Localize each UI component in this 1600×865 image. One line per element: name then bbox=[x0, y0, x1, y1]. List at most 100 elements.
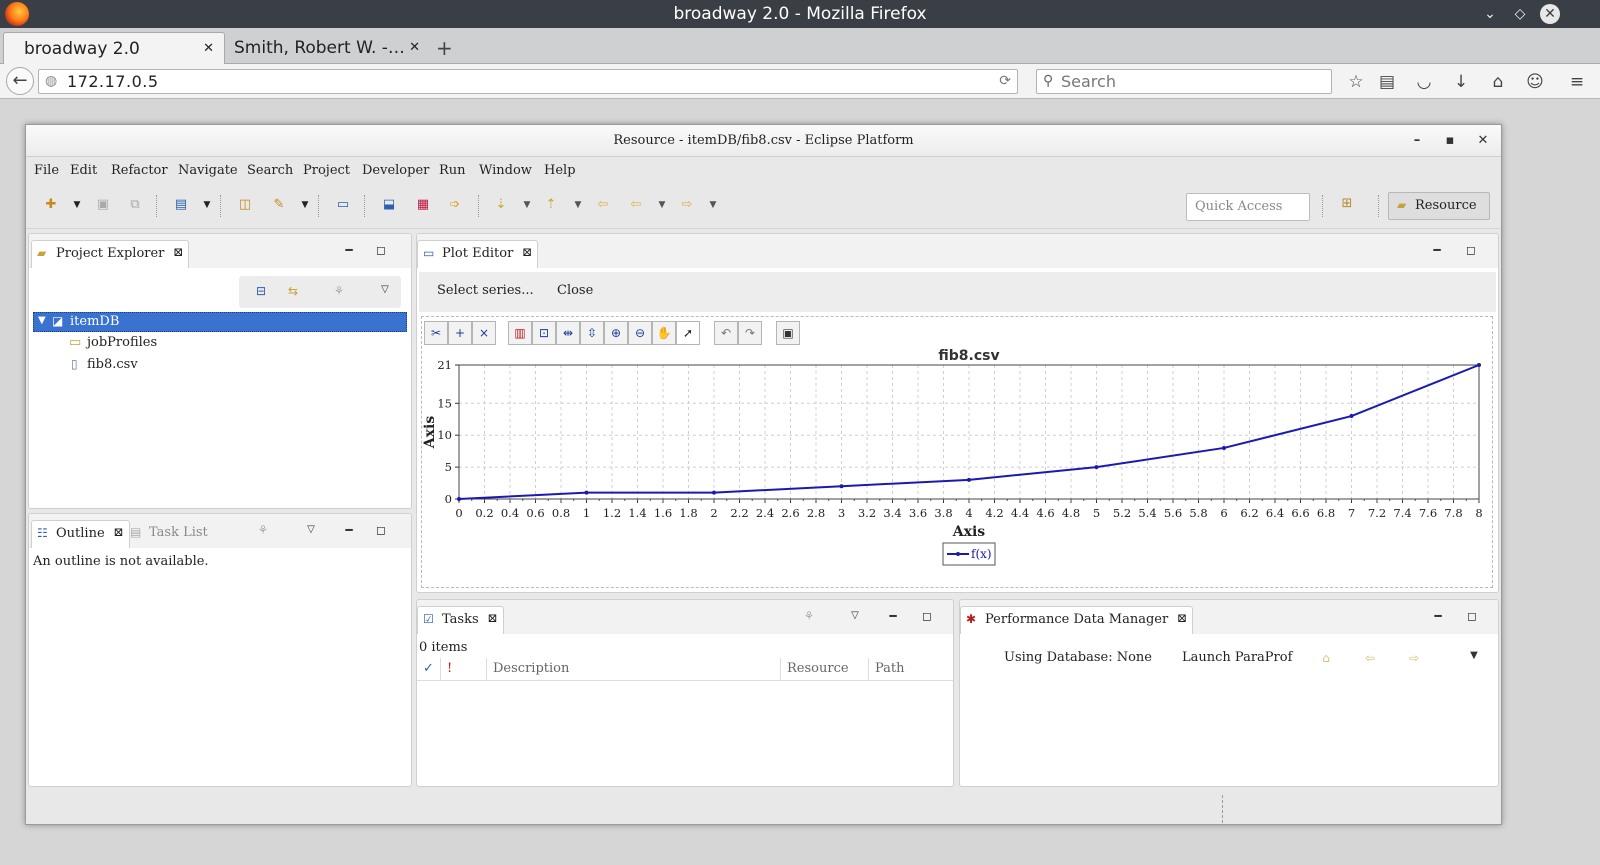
chat-icon[interactable]: ☺ bbox=[1524, 71, 1546, 93]
minimize-view-icon[interactable]: ━ bbox=[885, 608, 901, 624]
focus-icon[interactable]: ⚘ bbox=[255, 522, 271, 538]
select-series-button[interactable]: Select series... bbox=[437, 283, 534, 298]
minimize-icon[interactable]: ⌄ bbox=[1480, 4, 1500, 24]
snapshot-icon[interactable]: ▣ bbox=[776, 321, 800, 345]
console-icon[interactable]: ▭ bbox=[334, 196, 352, 214]
column-completed[interactable]: ✓ bbox=[417, 658, 441, 680]
close-plot-button[interactable]: Close bbox=[557, 283, 593, 298]
save-all-icon[interactable]: ⧉ bbox=[126, 196, 144, 214]
minimize-view-icon[interactable]: ━ bbox=[341, 522, 357, 538]
view-menu-icon[interactable]: ▽ bbox=[847, 608, 863, 624]
view-menu-icon[interactable]: ▽ bbox=[377, 282, 393, 298]
prev-annotation-icon[interactable]: ⇡ bbox=[542, 196, 560, 214]
tab-project-explorer[interactable]: ▰ Project Explorer ⊠ bbox=[31, 240, 190, 268]
dropdown-arrow-icon[interactable]: ▼ bbox=[198, 196, 216, 214]
zoom-out-icon[interactable]: ⊖ bbox=[628, 321, 652, 345]
download-icon[interactable]: ↓ bbox=[1450, 71, 1472, 93]
column-path[interactable]: Path bbox=[869, 658, 953, 680]
new-tab-plus-icon[interactable]: + bbox=[436, 36, 453, 60]
minimize-view-icon[interactable]: ━ bbox=[341, 242, 357, 258]
resource-perspective-button[interactable]: ▰ Resource bbox=[1388, 192, 1490, 220]
maximize-view-icon[interactable]: ◻ bbox=[373, 522, 389, 538]
configure-icon[interactable]: ✂ bbox=[424, 321, 448, 345]
quick-access-input[interactable]: Quick Access bbox=[1186, 193, 1310, 221]
save-icon[interactable]: ▣ bbox=[94, 196, 112, 214]
maximize-view-icon[interactable]: ◻ bbox=[919, 608, 935, 624]
dropdown-arrow-icon[interactable]: ▼ bbox=[569, 196, 587, 214]
launch-paraprof-button[interactable]: Launch ParaProf bbox=[1182, 650, 1292, 665]
tab-performance-data-manager[interactable]: ✱ Performance Data Manager ⊠ bbox=[960, 606, 1194, 634]
next-annotation-icon[interactable]: ⇣ bbox=[492, 196, 510, 214]
focus-icon[interactable]: ⚘ bbox=[801, 608, 817, 624]
back-icon[interactable]: ⇦ bbox=[627, 196, 645, 214]
maximize-icon[interactable]: ◇ bbox=[1510, 4, 1530, 24]
dropdown-arrow-icon[interactable]: ▼ bbox=[296, 196, 314, 214]
expand-arrow-icon[interactable]: ▼ bbox=[38, 315, 46, 326]
view-menu-icon[interactable]: ▽ bbox=[303, 522, 319, 538]
site-info-icon[interactable]: ◍ bbox=[45, 73, 57, 89]
column-priority[interactable]: ! bbox=[441, 658, 487, 680]
forward-arrow-icon[interactable]: ⇨ bbox=[1406, 650, 1422, 666]
eclipse-maximize-icon[interactable]: ▪ bbox=[1441, 132, 1459, 150]
menu-help[interactable]: Help bbox=[544, 163, 576, 178]
new-window-icon[interactable]: ▤ bbox=[172, 196, 190, 214]
maximize-view-icon[interactable]: ◻ bbox=[1463, 242, 1479, 258]
grid-icon[interactable]: ▦ bbox=[414, 196, 432, 214]
tab-task-list[interactable]: ▤ Task List bbox=[125, 520, 232, 548]
eclipse-minimize-icon[interactable]: – bbox=[1408, 132, 1426, 150]
url-text[interactable]: 172.17.0.5 bbox=[67, 72, 159, 91]
back-arrow-icon[interactable]: ← bbox=[6, 67, 34, 95]
pointer-icon[interactable]: ➚ bbox=[676, 321, 700, 345]
hamburger-menu-icon[interactable]: ≡ bbox=[1566, 71, 1588, 93]
close-tab-icon[interactable]: ⊠ bbox=[173, 245, 183, 259]
pocket-icon[interactable]: ◡ bbox=[1413, 71, 1435, 93]
home-icon[interactable]: ⌂ bbox=[1318, 650, 1334, 666]
view-menu-icon[interactable]: ▼ bbox=[1466, 648, 1482, 664]
add-point-icon[interactable]: + bbox=[448, 321, 472, 345]
dropdown-arrow-icon[interactable]: ▼ bbox=[704, 196, 722, 214]
close-tab-icon[interactable]: ⊠ bbox=[1177, 611, 1187, 625]
menu-search[interactable]: Search bbox=[247, 163, 293, 178]
close-tab-icon[interactable]: ⊠ bbox=[114, 525, 124, 539]
autoscale-icon[interactable]: ▥ bbox=[508, 321, 532, 345]
back-arrow-icon[interactable]: ⇦ bbox=[1362, 650, 1378, 666]
dropdown-arrow-icon[interactable]: ▼ bbox=[653, 196, 671, 214]
link-editor-icon[interactable]: ⇆ bbox=[285, 283, 301, 299]
column-resource[interactable]: Resource bbox=[781, 658, 869, 680]
close-tab-icon[interactable]: ✕ bbox=[409, 40, 420, 55]
tab-tasks[interactable]: ☑ Tasks ⊠ bbox=[417, 606, 504, 634]
chart-icon[interactable]: ⬓ bbox=[380, 196, 398, 214]
forward-icon[interactable]: ⇨ bbox=[678, 196, 696, 214]
close-tab-icon[interactable]: ⊠ bbox=[522, 245, 532, 259]
menu-window[interactable]: Window bbox=[479, 163, 532, 178]
redo-icon[interactable]: ↷ bbox=[738, 321, 762, 345]
remove-point-icon[interactable]: × bbox=[472, 321, 496, 345]
minimize-view-icon[interactable]: ━ bbox=[1430, 608, 1446, 624]
dropdown-arrow-icon[interactable]: ▼ bbox=[68, 196, 86, 214]
reading-list-icon[interactable]: ▤ bbox=[1376, 71, 1398, 93]
browser-tab-smith[interactable]: Smith, Robert W. -… ✕ bbox=[224, 32, 430, 64]
minimize-view-icon[interactable]: ━ bbox=[1429, 242, 1445, 258]
url-bar[interactable]: ◍ 172.17.0.5 ⟳ bbox=[38, 69, 1018, 94]
column-description[interactable]: Description bbox=[487, 658, 781, 680]
home-icon[interactable]: ⌂ bbox=[1487, 71, 1509, 93]
zoom-in-icon[interactable]: ⊕ bbox=[604, 321, 628, 345]
menu-refactor[interactable]: Refactor bbox=[111, 163, 168, 178]
maximize-view-icon[interactable]: ◻ bbox=[1464, 608, 1480, 624]
browser-search-field[interactable]: ⚲ Search bbox=[1036, 69, 1332, 94]
bookmark-star-icon[interactable]: ☆ bbox=[1345, 71, 1367, 93]
menu-edit[interactable]: Edit bbox=[70, 163, 97, 178]
arrow-right-icon[interactable]: ➩ bbox=[446, 196, 464, 214]
menu-run[interactable]: Run bbox=[439, 163, 466, 178]
last-edit-icon[interactable]: ⇦ bbox=[594, 196, 612, 214]
reload-icon[interactable]: ⟳ bbox=[999, 73, 1011, 89]
new-icon[interactable]: ✚ bbox=[42, 196, 60, 214]
eclipse-close-icon[interactable]: ✕ bbox=[1474, 132, 1492, 150]
maximize-view-icon[interactable]: ◻ bbox=[373, 242, 389, 258]
open-folder-icon[interactable]: ◫ bbox=[236, 196, 254, 214]
horizontal-zoom-icon[interactable]: ⇹ bbox=[556, 321, 580, 345]
collapse-all-icon[interactable]: ⊟ bbox=[253, 283, 269, 299]
close-tab-icon[interactable]: ⊠ bbox=[488, 611, 498, 625]
tree-item-itemdb[interactable]: ▼ ◪ itemDB bbox=[33, 312, 407, 332]
zoom-box-icon[interactable]: ⊡ bbox=[532, 321, 556, 345]
